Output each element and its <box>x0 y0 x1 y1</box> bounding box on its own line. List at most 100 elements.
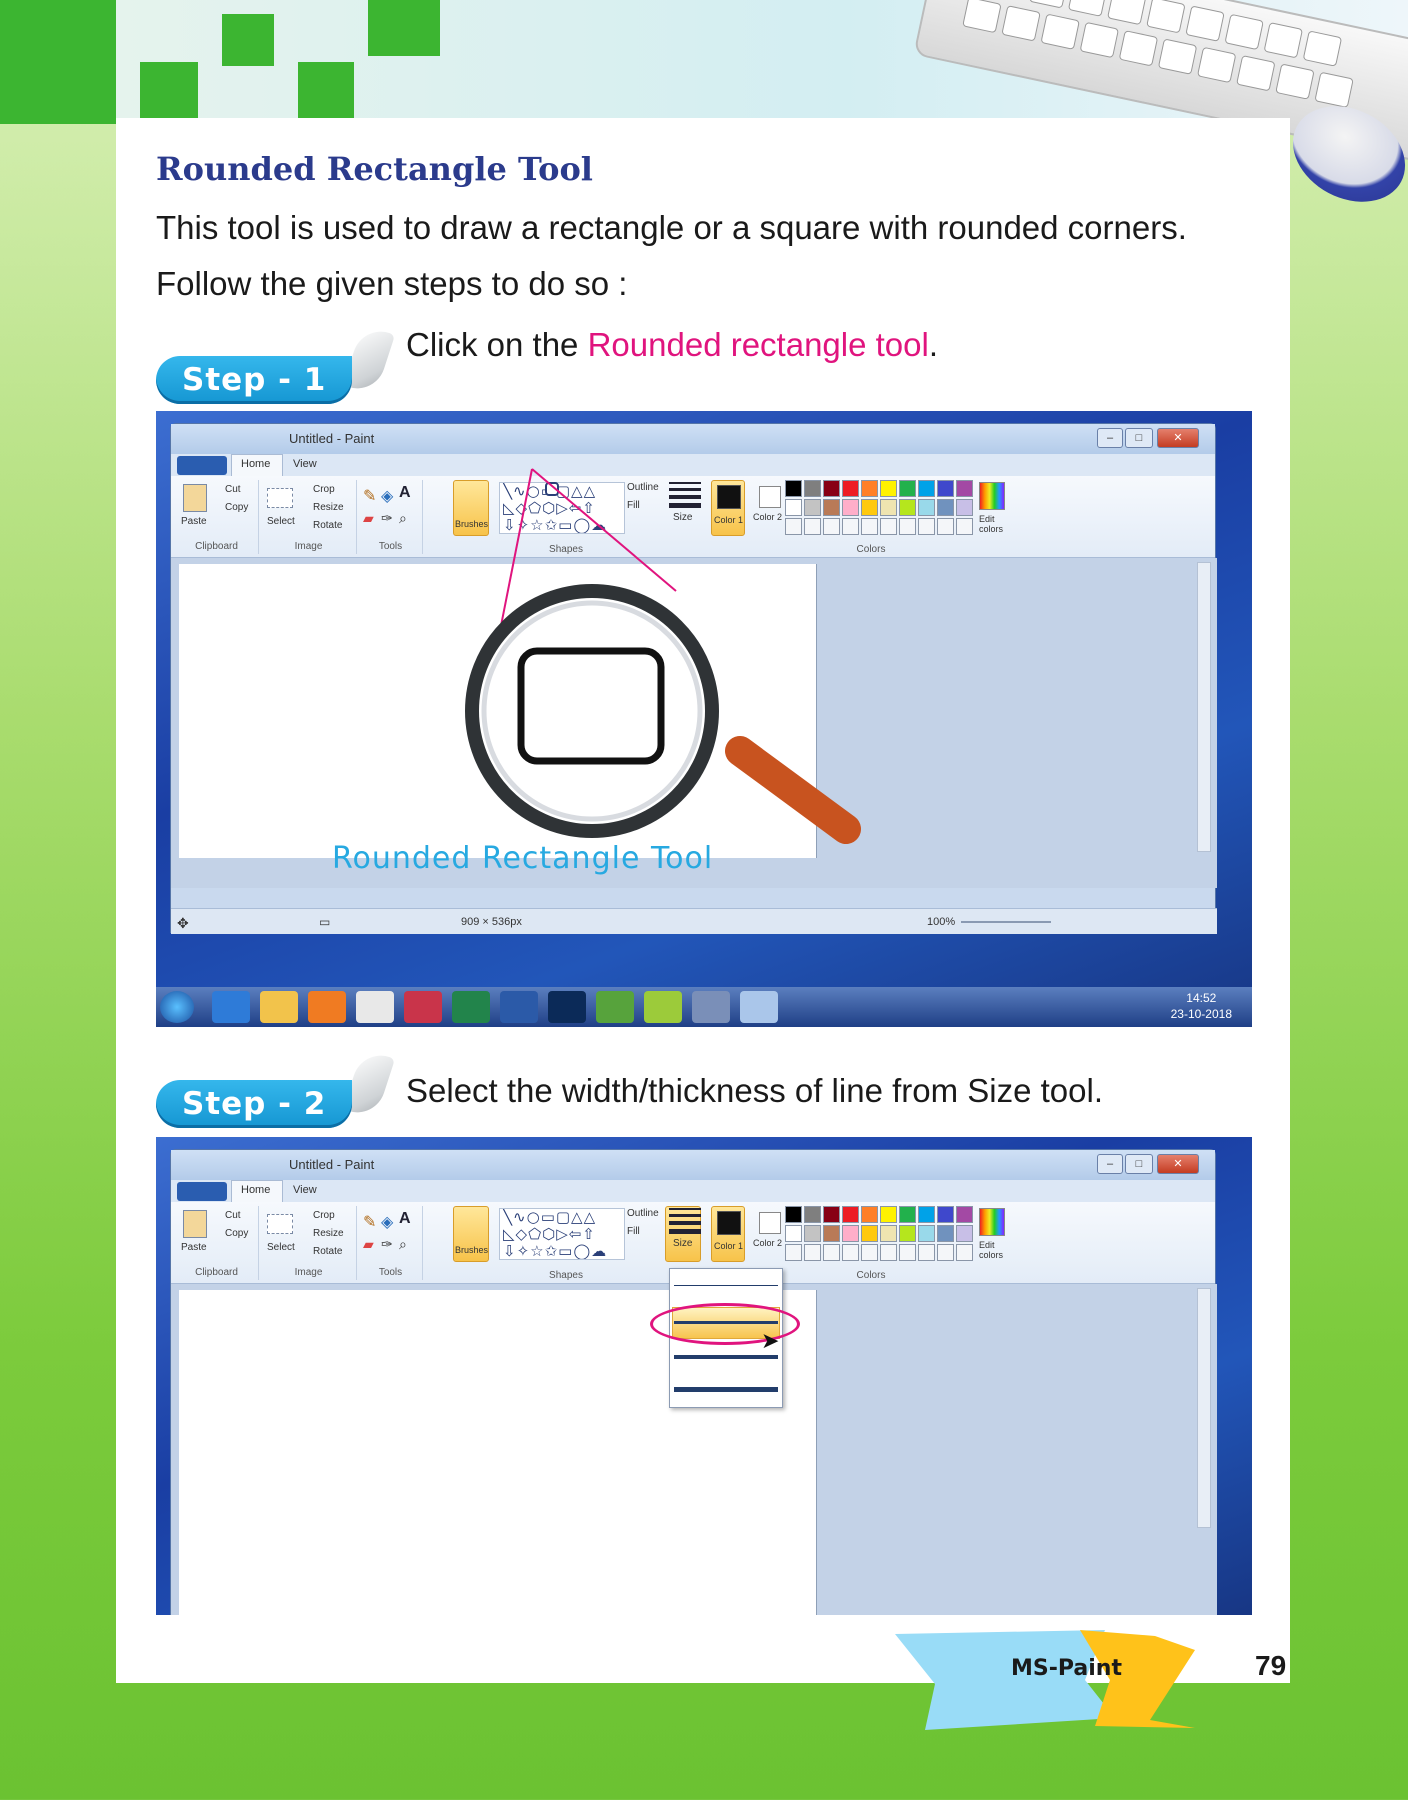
palette-swatch[interactable] <box>937 1225 954 1242</box>
paste-icon[interactable] <box>183 1210 207 1238</box>
start-button[interactable] <box>160 991 194 1023</box>
palette-swatch-empty[interactable] <box>880 1244 897 1261</box>
green-square <box>368 0 440 56</box>
magnifier-callout <box>465 468 861 844</box>
text-tool-icon[interactable]: A <box>399 1210 411 1228</box>
app-icon[interactable] <box>404 991 442 1023</box>
palette-swatch-empty[interactable] <box>785 1244 802 1261</box>
palette-swatch[interactable] <box>804 1225 821 1242</box>
photoshop-icon[interactable] <box>548 991 586 1023</box>
palette-swatch-empty[interactable] <box>842 1244 859 1261</box>
palette-swatch-empty[interactable] <box>918 1244 935 1261</box>
app-icon[interactable] <box>692 991 730 1023</box>
excel-icon[interactable] <box>452 991 490 1023</box>
edit-colors-icon[interactable] <box>979 1208 1005 1236</box>
tab-view[interactable]: View <box>293 1184 317 1196</box>
size-option-4[interactable] <box>674 1387 778 1392</box>
palette-swatch[interactable] <box>956 1206 973 1223</box>
palette-swatch[interactable] <box>842 1206 859 1223</box>
palette-swatch[interactable] <box>918 1206 935 1223</box>
taskbar-clock: 14:52 23-10-2018 <box>1171 990 1232 1022</box>
palette-swatch-empty[interactable] <box>823 1244 840 1261</box>
palette-swatch-empty[interactable] <box>956 1244 973 1261</box>
green-square <box>140 62 198 118</box>
tool-name-highlight: Rounded rectangle tool <box>587 326 929 363</box>
brushes-button[interactable]: Brushes <box>453 1206 489 1262</box>
green-corner-block <box>0 0 116 124</box>
select-icon[interactable] <box>267 1214 293 1234</box>
eraser-icon[interactable]: ▰ <box>363 1236 374 1253</box>
minimize-button[interactable]: – <box>1097 1154 1123 1174</box>
palette-swatch[interactable] <box>842 1225 859 1242</box>
intro-line: Follow the given steps to do so : <box>156 265 628 302</box>
palette-swatch-empty[interactable] <box>861 1244 878 1261</box>
step-text-end: . <box>928 326 939 363</box>
palette-swatch[interactable] <box>899 1206 916 1223</box>
palette-swatch[interactable] <box>823 1225 840 1242</box>
page-number: 79 <box>1255 1650 1287 1681</box>
word-icon[interactable] <box>500 991 538 1023</box>
explorer-icon[interactable] <box>260 991 298 1023</box>
colors-group-label: Colors <box>856 1270 886 1281</box>
section-heading: Rounded Rectangle Tool <box>156 150 593 188</box>
chrome-icon[interactable] <box>356 991 394 1023</box>
palette-swatch[interactable] <box>956 1225 973 1242</box>
cut-button[interactable]: Cut <box>225 1210 241 1221</box>
step-1-text: Click on the Rounded rectangle tool. <box>406 326 938 364</box>
intro-line: This tool is used to draw a rectangle or… <box>156 209 1187 246</box>
callout-line <box>531 468 677 592</box>
vertical-scrollbar[interactable] <box>1197 1288 1211 1528</box>
resize-button[interactable]: Resize <box>313 1228 344 1239</box>
palette-swatch[interactable] <box>861 1225 878 1242</box>
intro-text: This tool is used to draw a rectangle or… <box>156 200 1276 312</box>
green-square <box>298 62 354 118</box>
palette-swatch[interactable] <box>823 1206 840 1223</box>
pencil-icon[interactable]: ✎ <box>363 1212 376 1232</box>
palette-swatch[interactable] <box>937 1206 954 1223</box>
magnifier-icon[interactable]: ⌕ <box>399 1236 407 1253</box>
fill-bucket-icon[interactable]: ◈ <box>381 1212 393 1232</box>
image-group-label: Image <box>294 1267 323 1278</box>
color2-label: Color 2 <box>753 1238 783 1248</box>
palette-swatch-empty[interactable] <box>899 1244 916 1261</box>
palette-swatch-empty[interactable] <box>937 1244 954 1261</box>
palette-swatch[interactable] <box>785 1225 802 1242</box>
outline-button[interactable]: Outline <box>627 1208 659 1219</box>
ie-icon[interactable] <box>212 991 250 1023</box>
size-option-1[interactable] <box>674 1285 778 1286</box>
color-picker-icon[interactable]: ✑ <box>381 1236 393 1253</box>
palette-swatch[interactable] <box>918 1225 935 1242</box>
step-2-text: Select the width/thickness of line from … <box>406 1072 1103 1109</box>
palette-swatch[interactable] <box>899 1225 916 1242</box>
copy-button[interactable]: Copy <box>225 1228 248 1239</box>
rotate-button[interactable]: Rotate <box>313 1246 342 1257</box>
palette-swatch[interactable] <box>785 1206 802 1223</box>
tab-home-label: Home <box>241 1184 271 1196</box>
close-button[interactable]: ✕ <box>1157 1154 1199 1174</box>
color2-swatch[interactable] <box>759 1212 781 1234</box>
palette-swatch[interactable] <box>804 1206 821 1223</box>
image-group: Select Crop Resize Rotate Image <box>261 1206 357 1280</box>
color1-button[interactable]: Color 1 <box>711 1206 745 1262</box>
select-label: Select <box>267 1242 295 1253</box>
palette-swatch[interactable] <box>861 1206 878 1223</box>
media-player-icon[interactable] <box>308 991 346 1023</box>
palette-swatch[interactable] <box>880 1206 897 1223</box>
app-icon[interactable] <box>644 991 682 1023</box>
shapes-gallery[interactable]: ╲∿○▭▢△△◺◇⬠⬡▷⇦⇧⇩✧☆✩▭◯☁ <box>499 1208 625 1260</box>
title-bar: Untitled - Paint – □ ✕ <box>171 1150 1215 1180</box>
paint-taskbar-icon[interactable] <box>740 991 778 1023</box>
crop-button[interactable]: Crop <box>313 1210 335 1221</box>
window-title: Untitled - Paint <box>289 1157 375 1172</box>
file-menu-button[interactable] <box>177 1182 227 1201</box>
color1-swatch <box>717 1211 741 1235</box>
step-1-badge: Step - 1 <box>156 356 352 404</box>
maximize-button[interactable]: □ <box>1125 1154 1153 1174</box>
palette-swatch[interactable] <box>880 1225 897 1242</box>
paint-window: Untitled - Paint – □ ✕ Home View Paste C… <box>170 1149 1217 1615</box>
tools-group-label: Tools <box>378 1267 403 1278</box>
palette-swatch-empty[interactable] <box>804 1244 821 1261</box>
app-icon[interactable] <box>596 991 634 1023</box>
size-option-3[interactable] <box>674 1355 778 1359</box>
fill-button[interactable]: Fill <box>627 1226 640 1237</box>
